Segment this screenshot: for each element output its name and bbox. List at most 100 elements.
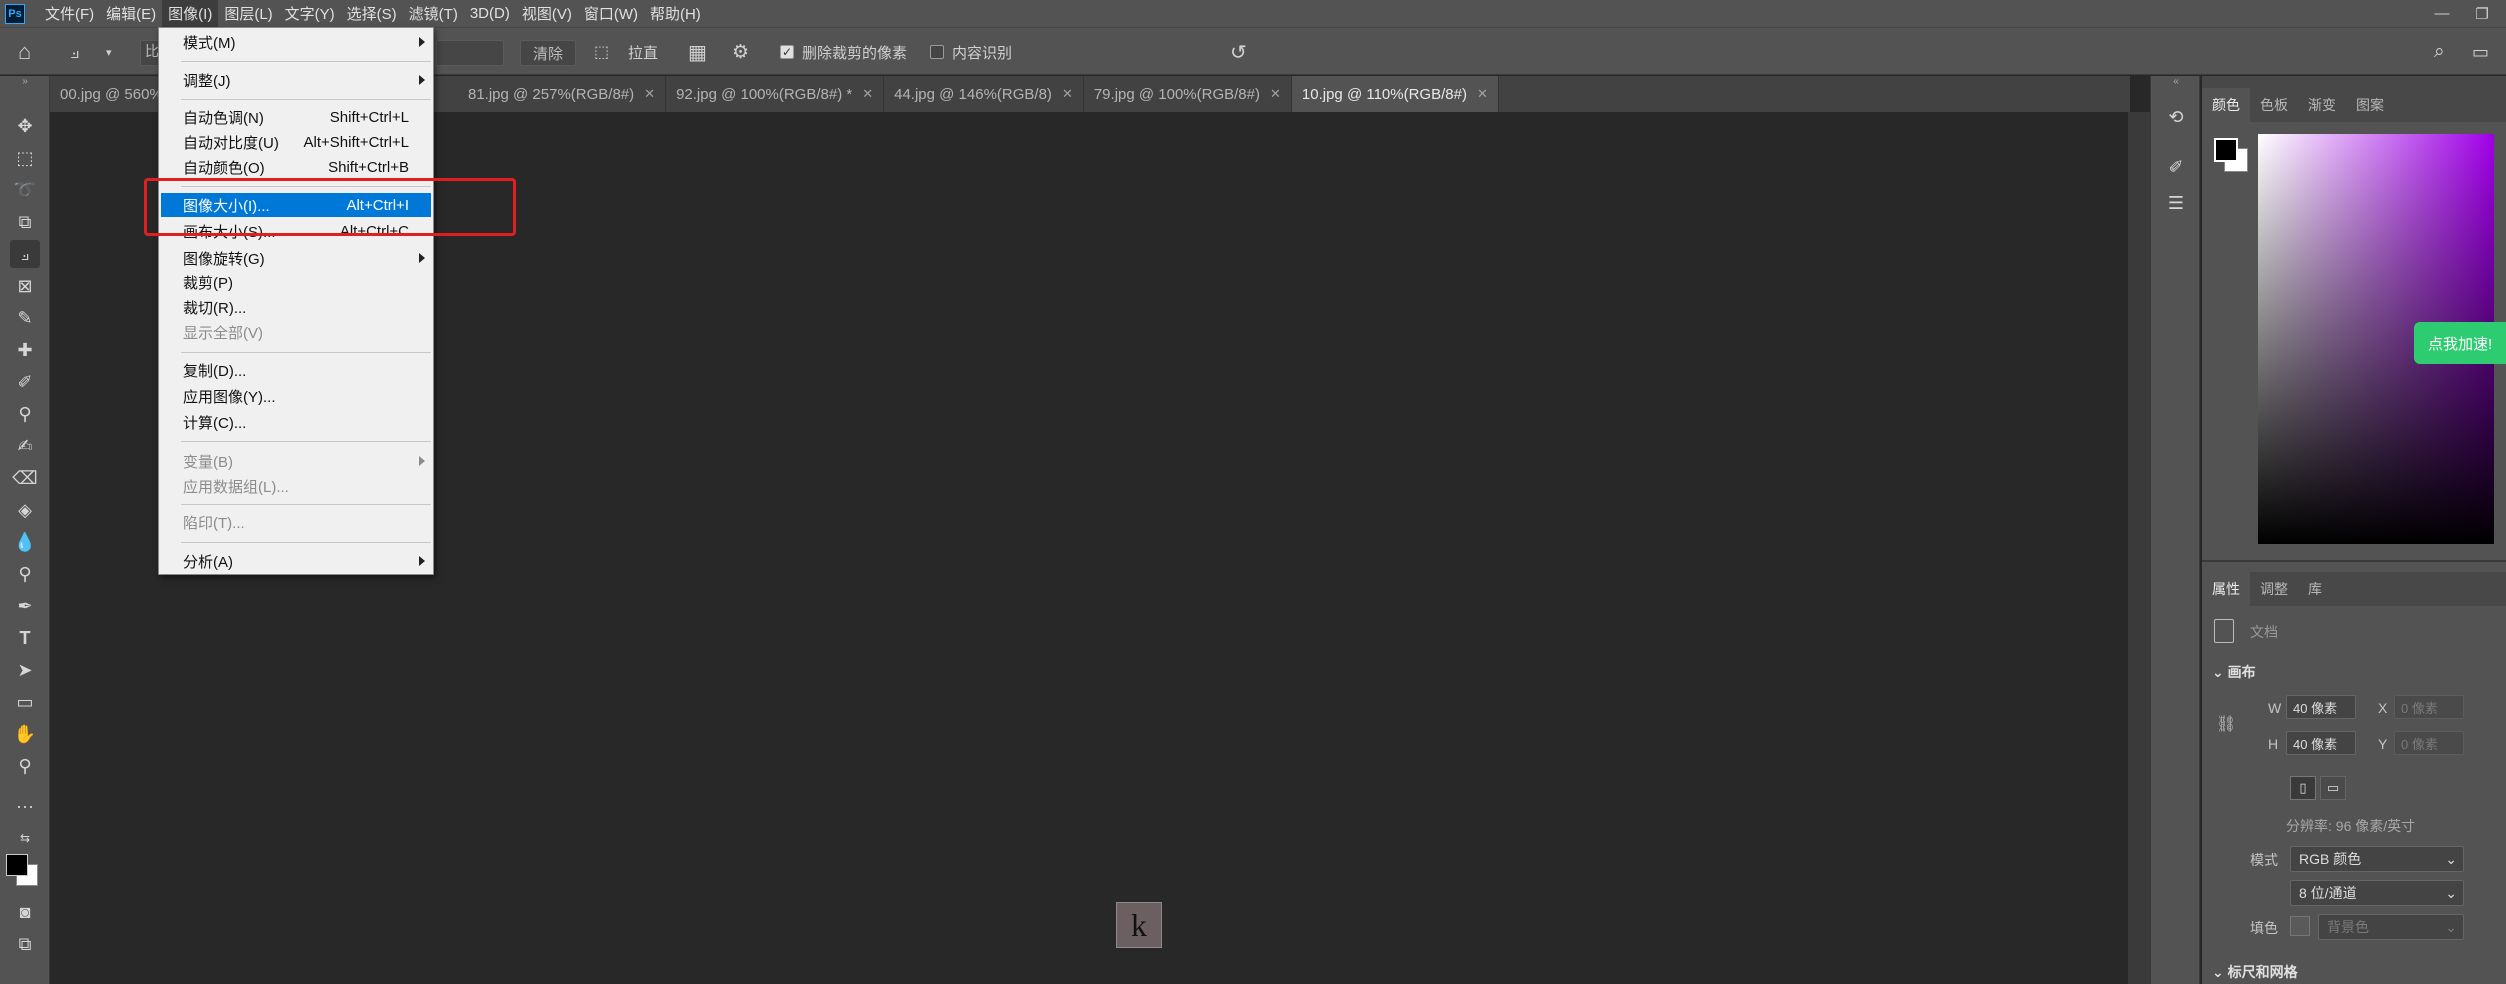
foreground-color-swatch[interactable] <box>6 854 28 876</box>
reset-icon[interactable]: ↺ <box>1230 28 1247 76</box>
close-icon[interactable]: ✕ <box>644 86 655 102</box>
tab-gradients[interactable]: 渐变 <box>2298 88 2346 122</box>
tab-adjustments[interactable]: 调整 <box>2250 572 2298 606</box>
healing-brush-tool-icon[interactable]: ✚ <box>10 336 40 364</box>
ratio-value-field[interactable] <box>436 40 504 66</box>
close-icon[interactable]: ✕ <box>862 86 873 102</box>
foreground-color-chip[interactable] <box>2214 138 2238 162</box>
link-icon[interactable]: ⛓ <box>2216 714 2236 734</box>
menu-select[interactable]: 选择(S) <box>341 0 403 27</box>
document-image[interactable]: k <box>1116 902 1162 948</box>
chevron-down-icon[interactable]: ▾ <box>106 28 112 76</box>
collapse-icon[interactable]: » <box>10 76 40 87</box>
tab-document[interactable]: 44.jpg @ 146%(RGB/8) ✕ <box>884 76 1084 112</box>
more-tools-icon[interactable]: ··· <box>10 792 40 820</box>
minimize-icon[interactable]: — <box>2426 0 2458 27</box>
history-panel-icon[interactable]: ⟲ <box>2161 102 2191 132</box>
straighten-icon[interactable]: ⬚ <box>594 28 609 76</box>
collapse-icon[interactable]: « <box>2161 76 2191 87</box>
rulers-grids-section-header[interactable]: ⌄ 标尺和网格 <box>2212 962 2298 982</box>
tab-document[interactable]: 81.jpg @ 257%(RGB/8#) ✕ <box>458 76 667 112</box>
speed-up-button[interactable]: 点我加速! <box>2414 322 2506 364</box>
menu-filter[interactable]: 滤镜(T) <box>403 0 464 27</box>
quick-mask-icon[interactable]: ◙ <box>10 898 40 926</box>
frame-tool-icon[interactable]: ⊠ <box>10 272 40 300</box>
gear-icon[interactable]: ⚙ <box>732 28 749 76</box>
menu-item-duplicate[interactable]: 复制(D)... <box>161 358 431 382</box>
content-aware-checkbox[interactable]: 内容识别 <box>930 28 1012 76</box>
blur-tool-icon[interactable]: 💧 <box>10 528 40 556</box>
menu-item-analysis[interactable]: 分析(A) <box>161 549 431 573</box>
crop-tool-icon[interactable]: ⟓ <box>10 240 40 268</box>
close-icon[interactable]: ✕ <box>1062 86 1073 102</box>
menu-item-auto-contrast[interactable]: 自动对比度(U) Alt+Shift+Ctrl+L <box>161 130 431 154</box>
menu-3d[interactable]: 3D(D) <box>464 0 516 27</box>
object-select-tool-icon[interactable]: ⧉ <box>10 208 40 236</box>
menu-item-trim[interactable]: 裁切(R)... <box>161 295 431 319</box>
canvas-section-header[interactable]: ⌄ 画布 <box>2212 662 2256 682</box>
menu-item-apply-image[interactable]: 应用图像(Y)... <box>161 384 431 408</box>
rectangle-tool-icon[interactable]: ▭ <box>10 688 40 716</box>
tab-color[interactable]: 颜色 <box>2202 88 2250 122</box>
tab-properties[interactable]: 属性 <box>2202 572 2250 606</box>
brush-tool-icon[interactable]: ✐ <box>10 368 40 396</box>
path-selection-tool-icon[interactable]: ➤ <box>10 656 40 684</box>
portrait-orientation-icon[interactable]: ▯ <box>2290 776 2316 800</box>
ratio-field[interactable]: 比 <box>140 40 160 66</box>
menu-item-image-rotation[interactable]: 图像旋转(G) <box>161 246 431 270</box>
tab-patterns[interactable]: 图案 <box>2346 88 2394 122</box>
menu-item-adjustments[interactable]: 调整(J) <box>161 68 431 92</box>
close-icon[interactable]: ✕ <box>1477 86 1488 102</box>
restore-icon[interactable]: ❐ <box>2466 0 2498 27</box>
menu-view[interactable]: 视图(V) <box>516 0 578 27</box>
clear-button[interactable]: 清除 <box>520 40 577 66</box>
history-brush-tool-icon[interactable]: ✍ <box>10 432 40 460</box>
overlay-grid-icon[interactable]: ▦ <box>688 28 707 76</box>
straighten-label[interactable]: 拉直 <box>628 28 658 76</box>
delete-cropped-checkbox[interactable]: ✓ 删除裁剪的像素 <box>780 28 907 76</box>
screen-mode-icon[interactable]: ⧉ <box>10 930 40 958</box>
menu-help[interactable]: 帮助(H) <box>644 0 707 27</box>
tab-document[interactable]: 92.jpg @ 100%(RGB/8#) * ✕ <box>666 76 885 112</box>
menu-image[interactable]: 图像(I) <box>162 0 219 27</box>
dodge-tool-icon[interactable]: ⚲ <box>10 560 40 588</box>
tab-libraries[interactable]: 库 <box>2298 572 2332 606</box>
home-icon[interactable]: ⌂ <box>18 28 31 76</box>
tab-document-active[interactable]: 10.jpg @ 110%(RGB/8#) ✕ <box>1291 76 1499 112</box>
crop-tool-preset-icon[interactable]: ⟓ <box>70 28 79 76</box>
menu-item-auto-tone[interactable]: 自动色调(N) Shift+Ctrl+L <box>161 105 431 129</box>
zoom-tool-icon[interactable]: ⚲ <box>10 752 40 780</box>
pen-tool-icon[interactable]: ✒ <box>10 592 40 620</box>
menu-item-crop[interactable]: 裁剪(P) <box>161 270 431 294</box>
brush-settings-icon[interactable]: ✐ <box>2161 152 2191 182</box>
move-tool-icon[interactable]: ✥ <box>10 112 40 140</box>
eyedropper-tool-icon[interactable]: ✎ <box>10 304 40 332</box>
tab-document[interactable]: 79.jpg @ 100%(RGB/8#) ✕ <box>1084 76 1292 112</box>
height-field[interactable]: 40 像素 <box>2286 731 2356 755</box>
lasso-tool-icon[interactable]: ➰ <box>10 176 40 204</box>
x-field[interactable]: 0 像素 <box>2394 695 2464 719</box>
fill-color-swatch[interactable] <box>2290 916 2310 936</box>
fill-select[interactable]: 背景色 ⌄ <box>2318 914 2464 940</box>
adjustments-panel-icon[interactable]: ☰ <box>2161 188 2191 218</box>
clone-stamp-tool-icon[interactable]: ⚲ <box>10 400 40 428</box>
menu-type[interactable]: 文字(Y) <box>279 0 341 27</box>
menu-item-mode[interactable]: 模式(M) <box>161 30 431 54</box>
y-field[interactable]: 0 像素 <box>2394 731 2464 755</box>
menu-file[interactable]: 文件(F) <box>39 0 100 27</box>
hand-tool-icon[interactable]: ✋ <box>10 720 40 748</box>
width-field[interactable]: 40 像素 <box>2286 695 2356 719</box>
eraser-tool-icon[interactable]: ⌫ <box>10 464 40 492</box>
workspace-icon[interactable]: ▭ <box>2472 28 2489 76</box>
swap-colors-icon[interactable]: ⇆ <box>10 824 40 852</box>
landscape-orientation-icon[interactable]: ▭ <box>2320 776 2346 800</box>
marquee-tool-icon[interactable]: ⬚ <box>10 144 40 172</box>
search-icon[interactable]: ⌕ <box>2434 28 2445 76</box>
type-tool-icon[interactable]: T <box>10 624 40 652</box>
mode-select[interactable]: RGB 颜色 ⌄ <box>2290 846 2464 872</box>
vertical-scrollbar[interactable] <box>2128 112 2150 984</box>
menu-layer[interactable]: 图层(L) <box>218 0 278 27</box>
menu-item-auto-color[interactable]: 自动颜色(O) Shift+Ctrl+B <box>161 155 431 179</box>
paint-bucket-tool-icon[interactable]: ◈ <box>10 496 40 524</box>
bit-depth-select[interactable]: 8 位/通道 ⌄ <box>2290 880 2464 906</box>
